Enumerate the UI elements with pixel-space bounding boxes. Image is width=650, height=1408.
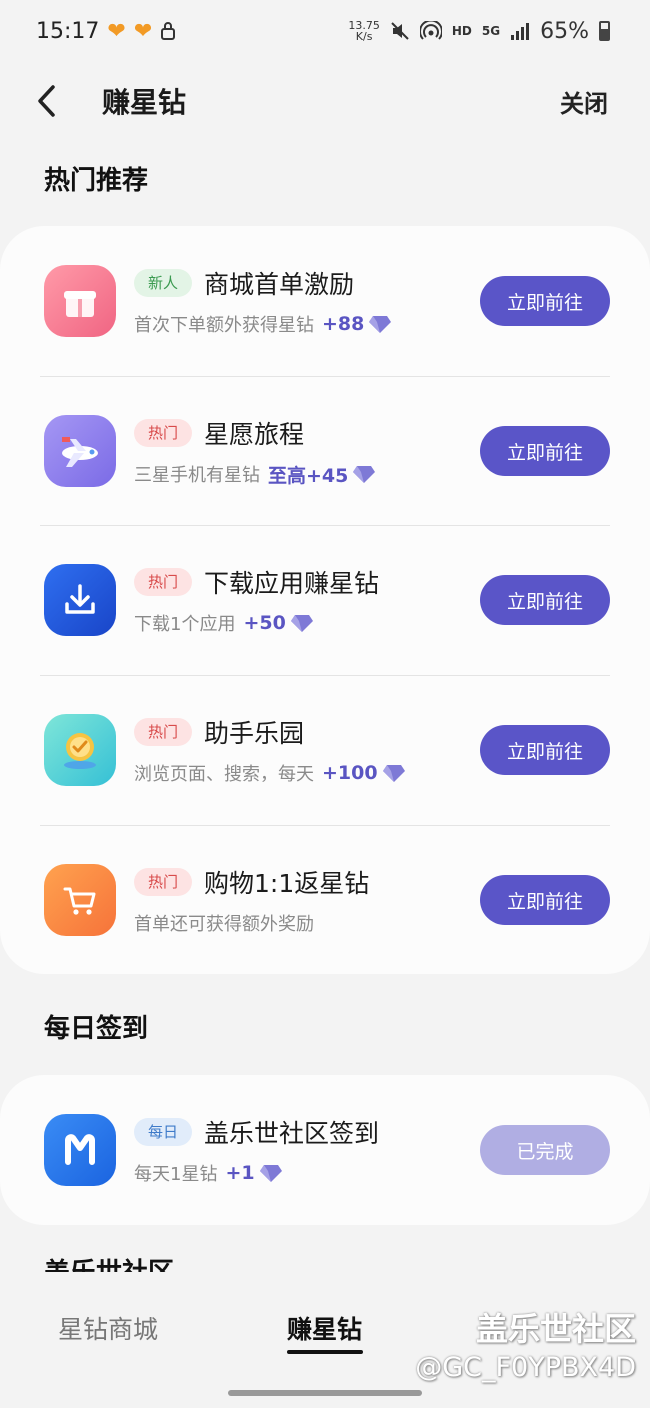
active-tab-indicator (287, 1350, 363, 1354)
task-desc: 浏览页面、搜索，每天 (134, 764, 314, 785)
assistant-park-icon (44, 714, 116, 786)
go-button[interactable]: 立即前往 (480, 875, 610, 925)
nav-tab-earn-diamonds[interactable]: 赚星钻 (287, 1310, 362, 1346)
close-button[interactable]: 关闭 (560, 84, 608, 119)
task-title: 星愿旅程 (204, 419, 305, 449)
gift-icon (44, 265, 116, 337)
5g-icon: 5G (481, 24, 501, 38)
task-title: 下载应用赚星钻 (204, 569, 380, 598)
hot-section-title: 热门推荐 (44, 166, 149, 196)
reward-amount: +1 (225, 1162, 255, 1184)
tag-daily: 每日 (134, 1118, 193, 1146)
tag-new: 新人 (134, 269, 193, 297)
task-title: 商城首单激励 (204, 270, 355, 299)
hd-icon: HD (451, 24, 472, 38)
heart-notification-icon: ❤ (133, 18, 153, 44)
task-desc: 首单还可获得额外奖励 (134, 914, 314, 935)
lock-icon (161, 22, 176, 40)
task-desc: 下载1个应用 (134, 614, 236, 635)
net-speed: 13.75 K/s (348, 19, 380, 43)
home-indicator[interactable] (228, 1390, 422, 1396)
diamond-icon (259, 1165, 282, 1182)
bottom-navigation: 星钻商城 赚星钻 盖乐世社区 @GC_F0YPBX4D (0, 1280, 650, 1408)
go-button[interactable]: 立即前往 (480, 575, 610, 625)
mute-icon (391, 22, 409, 40)
daily-section-title: 每日签到 (44, 1014, 149, 1044)
reward-amount: +50 (243, 612, 286, 634)
top-app-bar: 赚星钻 关闭 (0, 62, 650, 140)
tag-hot: 热门 (134, 868, 193, 896)
go-button[interactable]: 立即前往 (480, 725, 610, 775)
task-item: 热门 下载应用赚星钻 下载1个应用 +50 立即前往 (40, 525, 610, 675)
signal-icon (511, 23, 530, 40)
reward-amount: +88 (322, 313, 365, 335)
download-icon (44, 564, 116, 636)
task-title: 盖乐世社区签到 (204, 1119, 380, 1148)
shopping-cart-icon (44, 864, 116, 936)
task-item: 热门 助手乐园 浏览页面、搜索，每天 +100 立即前往 (40, 675, 610, 825)
task-desc: 每天1星钻 (134, 1164, 218, 1185)
task-item: 热门 星愿旅程 三星手机有星钻 至高+45 立即前往 (40, 376, 610, 526)
task-desc: 三星手机有星钻 (134, 465, 260, 486)
completed-button[interactable]: 已完成 (480, 1125, 610, 1175)
task-item: 每日 盖乐世社区签到 每天1星钻 +1 已完成 (40, 1075, 610, 1225)
battery-percent: 65% (540, 18, 589, 44)
task-title: 助手乐园 (204, 719, 305, 748)
task-item: 热门 购物1:1返星钻 首单还可获得额外奖励 立即前往 (40, 825, 610, 975)
airplane-icon (44, 415, 116, 487)
diamond-icon (382, 765, 405, 782)
go-button[interactable]: 立即前往 (480, 276, 610, 326)
task-desc: 首次下单额外获得星钻 (134, 315, 314, 336)
page-title: 赚星钻 (102, 86, 187, 119)
diamond-icon (353, 466, 376, 483)
watermark-community: 盖乐世社区 (475, 1310, 636, 1348)
back-arrow-icon[interactable] (30, 81, 64, 121)
status-bar: 15:17 ❤ ❤ 13.75 K/s HD 5G 65% (0, 0, 650, 62)
reward-amount: 至高+45 (268, 464, 349, 487)
watermark-user-id: @GC_F0YPBX4D (415, 1352, 636, 1383)
task-item: 新人 商城首单激励 首次下单额外获得星钻 +88 立即前往 (40, 226, 610, 376)
status-time: 15:17 (36, 18, 100, 44)
diamond-icon (369, 316, 392, 333)
tag-hot: 热门 (134, 418, 193, 447)
tag-hot: 热门 (134, 718, 193, 746)
go-button[interactable]: 立即前往 (480, 426, 610, 476)
community-section-title: 盖乐世社区 (44, 1252, 174, 1272)
diamond-icon (290, 615, 313, 632)
community-m-icon (44, 1114, 116, 1186)
reward-amount: +100 (322, 762, 378, 784)
nav-tab-star-diamond-shop[interactable]: 星钻商城 (58, 1310, 158, 1346)
tag-hot: 热门 (134, 568, 193, 596)
hotspot-icon (419, 21, 442, 40)
battery-icon (599, 21, 610, 41)
task-title: 购物1:1返星钻 (204, 869, 370, 898)
heart-notification-icon: ❤ (107, 18, 126, 44)
